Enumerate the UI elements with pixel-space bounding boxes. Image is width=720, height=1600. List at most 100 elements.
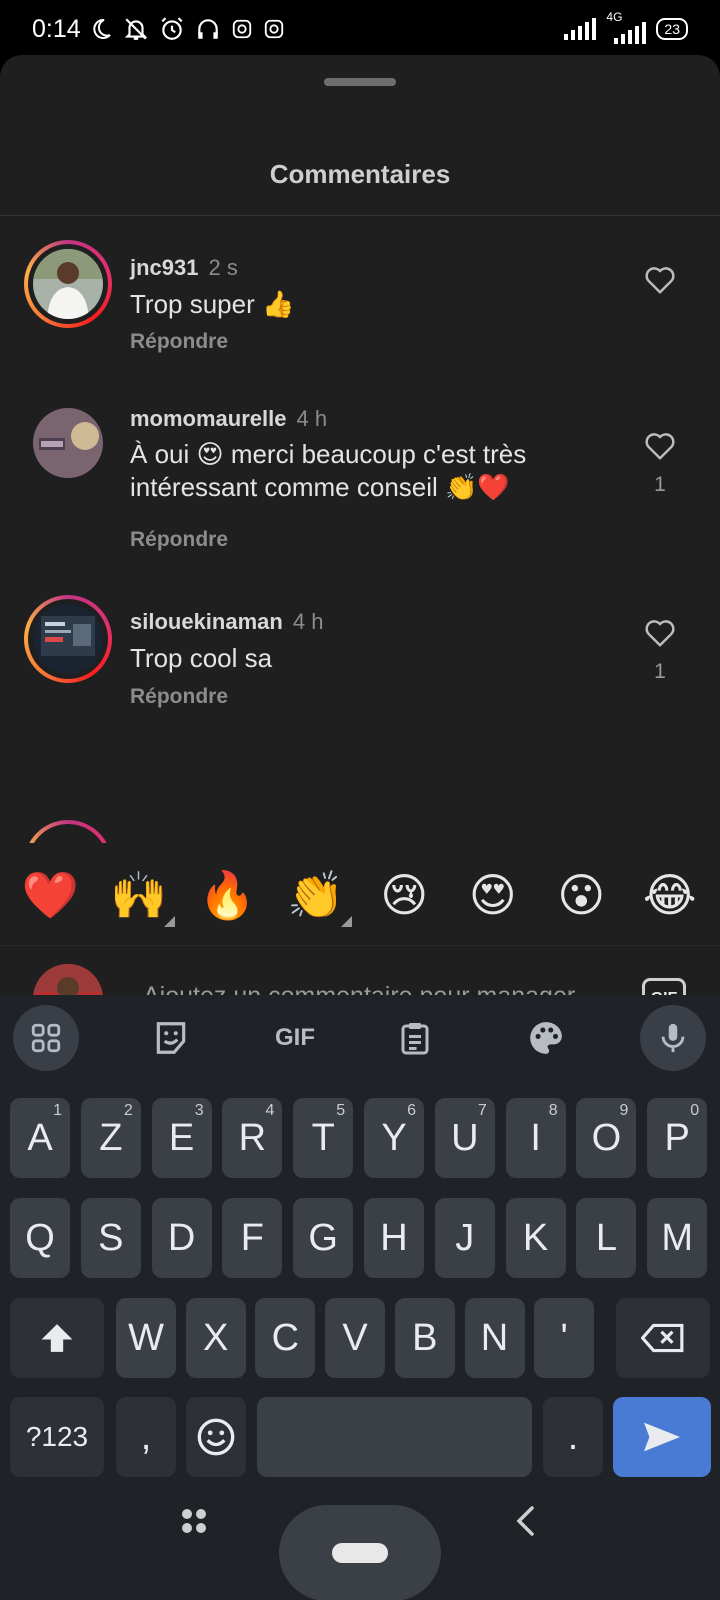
comment-time: 2 s (208, 255, 238, 280)
key-hint: 4 (265, 1102, 275, 1119)
emoji-key[interactable] (186, 1397, 246, 1477)
like-button[interactable] (640, 431, 680, 461)
comment-username[interactable]: jnc931 (130, 255, 199, 280)
key-hint: 8 (548, 1102, 558, 1119)
key-g[interactable]: G (293, 1198, 354, 1278)
key-hint: 0 (690, 1102, 700, 1119)
home-pill-icon (332, 1543, 388, 1563)
key-q[interactable]: Q (10, 1198, 70, 1278)
grid-icon (31, 1023, 61, 1053)
avatar (33, 249, 103, 319)
comment-text: À oui 😍 merci beaucoup c'est très intére… (130, 439, 527, 502)
backspace-key[interactable] (616, 1298, 710, 1378)
key-s[interactable]: S (80, 1198, 141, 1278)
back-icon[interactable] (514, 1505, 536, 1537)
key-l[interactable]: L (576, 1198, 637, 1278)
home-button[interactable] (279, 1505, 441, 1600)
comment-input-bar: Ajoutez un commentaire pour manager GIF (0, 945, 720, 995)
avatar-story-ring[interactable] (24, 240, 112, 328)
avatar[interactable] (33, 408, 103, 478)
key-b[interactable]: B (394, 1298, 455, 1378)
skin-tone-indicator (340, 916, 352, 927)
emoji-button[interactable]: 🔥 (197, 865, 257, 925)
comment-meta: jnc931 2 s (130, 255, 238, 281)
voice-input-button[interactable] (640, 1005, 706, 1071)
key-n[interactable]: N (464, 1298, 525, 1378)
space-key[interactable] (257, 1397, 532, 1477)
backspace-icon (641, 1323, 684, 1353)
shift-icon (41, 1324, 73, 1352)
like-button[interactable] (640, 265, 680, 295)
key-o[interactable]: O9 (576, 1098, 637, 1178)
comment-username[interactable]: momomaurelle (130, 406, 287, 431)
key-x[interactable]: X (185, 1298, 246, 1378)
divider (0, 215, 720, 216)
key-label: P (664, 1116, 690, 1159)
network-indicator: 4G (604, 10, 648, 44)
keyboard-gif-button[interactable]: GIF (262, 1005, 328, 1071)
emoji-button[interactable]: 😍 (463, 865, 523, 925)
key-h[interactable]: H (364, 1198, 424, 1278)
headphones-icon (197, 19, 218, 39)
reply-button[interactable]: Répondre (130, 330, 228, 354)
like-button[interactable] (640, 618, 680, 648)
key-label: Z (99, 1116, 123, 1159)
period-key[interactable]: . (543, 1397, 603, 1477)
shift-key[interactable] (10, 1298, 104, 1378)
key-hint: 5 (336, 1102, 346, 1119)
key-v[interactable]: V (325, 1298, 386, 1378)
comment-text: Trop super 👍 (130, 289, 295, 319)
theme-button[interactable] (513, 1005, 579, 1071)
comment-list[interactable]: jnc931 2 s Trop super 👍 Répondre momomaur… (0, 230, 720, 843)
drag-handle[interactable] (324, 78, 396, 86)
key-t[interactable]: T5 (293, 1098, 354, 1178)
emoji-button[interactable]: 😮 (551, 865, 611, 925)
reply-button[interactable]: Répondre (130, 685, 228, 709)
avatar-story-ring (24, 820, 112, 843)
key-i[interactable]: I8 (505, 1098, 566, 1178)
sticker-button[interactable] (138, 1005, 204, 1071)
heart-icon (645, 433, 675, 460)
emoji-button[interactable]: 👏 (286, 865, 352, 927)
key-z[interactable]: Z2 (80, 1098, 141, 1178)
key-j[interactable]: J (434, 1198, 495, 1278)
apps-grid-button[interactable] (13, 1005, 79, 1071)
key-y[interactable]: Y6 (364, 1098, 424, 1178)
key-p[interactable]: P0 (647, 1098, 708, 1178)
key-f[interactable]: F (222, 1198, 283, 1278)
moon-icon (92, 18, 111, 39)
key-r[interactable]: R4 (222, 1098, 283, 1178)
gif-button[interactable]: GIF (642, 978, 686, 995)
key-c[interactable]: C (255, 1298, 316, 1378)
comma-key[interactable]: , (116, 1397, 176, 1477)
avatar-story-ring[interactable] (24, 595, 112, 683)
clipboard-button[interactable] (382, 1005, 448, 1071)
key-hint: 7 (477, 1102, 487, 1119)
status-bar: 0:14 4G 23 (0, 0, 720, 58)
emoji-button[interactable]: 😂 (640, 865, 700, 925)
emoji-button[interactable]: 🙌 (109, 865, 175, 927)
key-w[interactable]: W (116, 1298, 176, 1378)
key-m[interactable]: M (647, 1198, 708, 1278)
recent-apps-icon[interactable] (180, 1507, 208, 1535)
key-u[interactable]: U7 (434, 1098, 495, 1178)
emoji-quick-bar: ❤️ 🙌 🔥 👏 😢 😍 😮 😂 (0, 845, 720, 945)
key-hint: 1 (53, 1102, 62, 1119)
key-d[interactable]: D (151, 1198, 212, 1278)
key-e[interactable]: E3 (151, 1098, 212, 1178)
avatar (33, 604, 103, 674)
send-key[interactable] (613, 1397, 711, 1477)
emoji-glyph: 🙌 (110, 869, 168, 921)
emoji-button[interactable]: ❤️ (20, 865, 80, 925)
heart-icon (645, 267, 675, 294)
smiley-icon (197, 1418, 235, 1456)
key-k[interactable]: K (505, 1198, 566, 1278)
emoji-button[interactable]: 😢 (374, 865, 434, 925)
symbols-key[interactable]: ?123 (10, 1397, 104, 1477)
skin-tone-indicator (163, 916, 175, 927)
key-a[interactable]: A1 (10, 1098, 70, 1178)
key-apostrophe[interactable]: ' (534, 1298, 595, 1378)
comment-username[interactable]: silouekinaman (130, 609, 283, 634)
reply-button[interactable]: Répondre (130, 528, 228, 552)
comment-input[interactable]: Ajoutez un commentaire pour manager (143, 982, 611, 995)
